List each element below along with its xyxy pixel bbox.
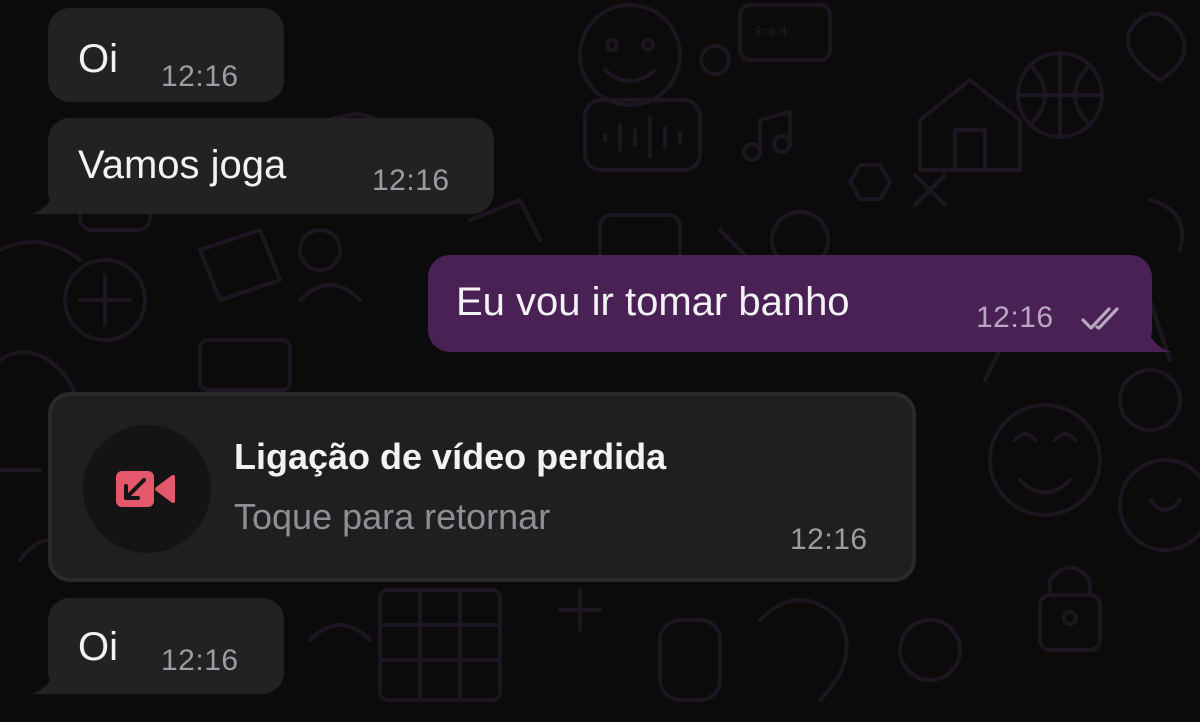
- call-icon-container[interactable]: [83, 425, 211, 553]
- message-timestamp: 12:16: [372, 164, 450, 197]
- call-title: Ligação de vídeo perdida: [234, 436, 667, 477]
- read-double-check-icon: [1081, 307, 1119, 330]
- missed-video-call-icon: [116, 471, 175, 507]
- message-text: Oi: [78, 37, 118, 81]
- incoming-message-bubble[interactable]: Vamos joga 12:16: [48, 118, 494, 214]
- message-text: Oi: [78, 625, 118, 669]
- message-text: Eu vou ir tomar banho: [456, 280, 850, 324]
- call-subtitle[interactable]: Toque para retornar: [234, 496, 550, 538]
- message-timestamp: 12:16: [790, 523, 868, 556]
- chat-area[interactable]: *** Oi 12:16 Vamos joga 12:16 Eu vou ir …: [0, 0, 1200, 722]
- missed-video-call-card[interactable]: Ligação de vídeo perdida Toque para reto…: [48, 392, 916, 582]
- outgoing-message-bubble[interactable]: Eu vou ir tomar banho 12:16: [428, 255, 1152, 352]
- incoming-message-bubble[interactable]: Oi 12:16: [48, 8, 284, 102]
- svg-text:***: ***: [752, 22, 791, 52]
- message-timestamp: 12:16: [976, 301, 1054, 334]
- incoming-message-bubble[interactable]: Oi 12:16: [48, 598, 284, 694]
- message-text: Vamos joga: [78, 143, 287, 187]
- message-timestamp: 12:16: [161, 644, 239, 677]
- message-timestamp: 12:16: [161, 60, 239, 93]
